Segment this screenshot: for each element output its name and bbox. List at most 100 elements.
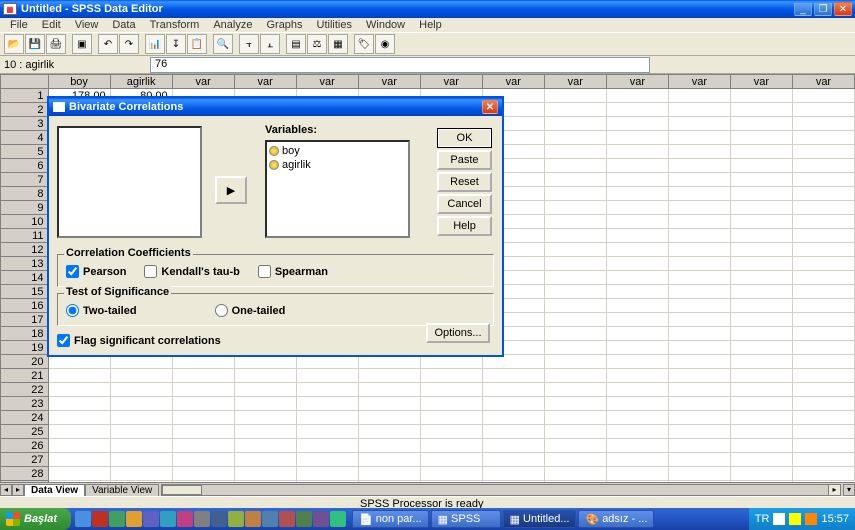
cell[interactable]	[792, 159, 854, 173]
cell[interactable]	[792, 131, 854, 145]
cell[interactable]	[606, 229, 668, 243]
cell[interactable]	[172, 397, 234, 411]
tab-variable-view[interactable]: Variable View	[85, 484, 159, 496]
menu-help[interactable]: Help	[413, 19, 448, 31]
ql-icon[interactable]	[313, 511, 329, 527]
col-header[interactable]: var	[296, 75, 358, 89]
col-header[interactable]: var	[482, 75, 544, 89]
cell[interactable]	[668, 341, 730, 355]
menu-data[interactable]: Data	[106, 19, 141, 31]
tray-icon[interactable]	[805, 513, 817, 525]
weight-cases-icon[interactable]: ⚖	[307, 34, 327, 54]
cell[interactable]	[730, 397, 792, 411]
variables-icon[interactable]: 📋	[187, 34, 207, 54]
row-header[interactable]: 2	[1, 103, 49, 117]
cell[interactable]	[172, 383, 234, 397]
cell[interactable]	[606, 481, 668, 483]
cell[interactable]	[730, 327, 792, 341]
flag-significant-checkbox[interactable]: Flag significant correlations	[57, 334, 221, 347]
cell[interactable]	[606, 117, 668, 131]
scrollbar-thumb[interactable]	[162, 485, 202, 495]
ql-icon[interactable]	[296, 511, 312, 527]
cell[interactable]	[730, 341, 792, 355]
cell[interactable]	[544, 257, 606, 271]
cell[interactable]	[668, 187, 730, 201]
cell[interactable]	[730, 467, 792, 481]
cell[interactable]	[172, 425, 234, 439]
row-header[interactable]: 1	[1, 89, 49, 103]
row-header[interactable]: 6	[1, 159, 49, 173]
cell[interactable]	[296, 453, 358, 467]
tray-icon[interactable]	[789, 513, 801, 525]
cell[interactable]	[668, 411, 730, 425]
cell[interactable]	[296, 383, 358, 397]
cell[interactable]	[544, 89, 606, 103]
cell[interactable]	[482, 425, 544, 439]
cell[interactable]	[606, 383, 668, 397]
cancel-button[interactable]: Cancel	[437, 194, 492, 214]
cell[interactable]	[48, 369, 110, 383]
cell[interactable]	[792, 285, 854, 299]
row-header[interactable]: 19	[1, 341, 49, 355]
row-header[interactable]: 24	[1, 411, 49, 425]
ql-icon[interactable]	[262, 511, 278, 527]
cell[interactable]	[668, 215, 730, 229]
cell[interactable]	[172, 467, 234, 481]
cell[interactable]	[48, 439, 110, 453]
cell[interactable]	[730, 159, 792, 173]
value-labels-icon[interactable]: 🏷	[354, 34, 374, 54]
cell[interactable]	[544, 131, 606, 145]
cell[interactable]	[606, 215, 668, 229]
row-header[interactable]: 7	[1, 173, 49, 187]
cell[interactable]	[482, 467, 544, 481]
cell[interactable]	[730, 369, 792, 383]
variable-item[interactable]: boy	[269, 144, 406, 158]
cell[interactable]	[110, 425, 172, 439]
cell[interactable]	[110, 369, 172, 383]
cell[interactable]	[420, 383, 482, 397]
cell[interactable]	[606, 89, 668, 103]
cell[interactable]	[420, 369, 482, 383]
cell[interactable]	[420, 411, 482, 425]
row-header[interactable]: 8	[1, 187, 49, 201]
scroll-right-arrow[interactable]: ▸	[828, 485, 840, 495]
cell[interactable]	[730, 215, 792, 229]
cell[interactable]	[544, 453, 606, 467]
cell[interactable]	[234, 481, 296, 483]
spearman-checkbox[interactable]: Spearman	[258, 265, 328, 278]
cell[interactable]	[606, 159, 668, 173]
cell[interactable]	[792, 187, 854, 201]
cell[interactable]	[730, 89, 792, 103]
cell[interactable]	[606, 243, 668, 257]
goto-case-icon[interactable]: ↧	[166, 34, 186, 54]
cell[interactable]	[606, 327, 668, 341]
row-header[interactable]: 25	[1, 425, 49, 439]
row-header[interactable]: 12	[1, 243, 49, 257]
row-header[interactable]: 27	[1, 453, 49, 467]
options-button[interactable]: Options...	[426, 323, 490, 343]
cell[interactable]	[544, 467, 606, 481]
cell[interactable]	[730, 229, 792, 243]
cell[interactable]	[730, 299, 792, 313]
cell[interactable]	[792, 257, 854, 271]
two-tailed-radio[interactable]: Two-tailed	[66, 304, 137, 317]
row-header[interactable]: 3	[1, 117, 49, 131]
cell[interactable]	[730, 187, 792, 201]
cell[interactable]	[234, 425, 296, 439]
start-button[interactable]: Başlat	[0, 508, 71, 530]
cell[interactable]	[110, 397, 172, 411]
cell[interactable]	[730, 313, 792, 327]
cell[interactable]	[420, 397, 482, 411]
help-button[interactable]: Help	[437, 216, 492, 236]
dialog-titlebar[interactable]: Bivariate Correlations ✕	[49, 98, 502, 116]
cell[interactable]	[296, 481, 358, 483]
cell[interactable]	[730, 117, 792, 131]
cell[interactable]	[792, 215, 854, 229]
row-header[interactable]: 28	[1, 467, 49, 481]
row-header[interactable]: 29	[1, 481, 49, 483]
cell[interactable]	[606, 341, 668, 355]
cell[interactable]	[668, 145, 730, 159]
cell[interactable]	[482, 439, 544, 453]
cell[interactable]	[544, 215, 606, 229]
cell[interactable]	[606, 439, 668, 453]
